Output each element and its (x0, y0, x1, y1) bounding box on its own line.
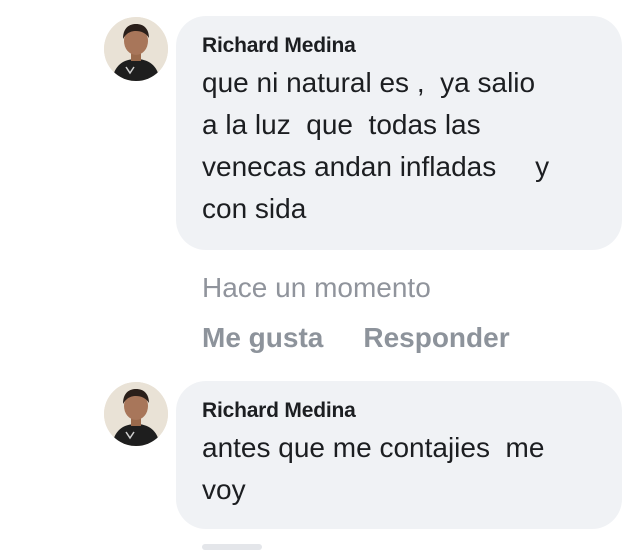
reply-button[interactable]: Responder (363, 322, 509, 353)
avatar[interactable] (104, 382, 168, 446)
comment-actions: Me gusta Responder (202, 322, 510, 354)
avatar[interactable] (104, 17, 168, 81)
comment-timestamp[interactable]: Hace un momento (202, 272, 431, 304)
comment-bubble: Richard Medina antes que me contajies me… (176, 381, 622, 529)
comment-author[interactable]: Richard Medina (202, 399, 598, 423)
like-button[interactable]: Me gusta (202, 322, 323, 353)
profile-photo-icon (104, 382, 168, 446)
comment-author[interactable]: Richard Medina (202, 34, 598, 58)
profile-photo-icon (104, 17, 168, 81)
comment-text: antes que me contajies me voy (202, 432, 545, 505)
cut-off-timestamp (202, 544, 262, 550)
comment-bubble: Richard Medina que ni natural es , ya sa… (176, 16, 622, 250)
comment-text: que ni natural es , ya salio a la luz qu… (202, 67, 550, 224)
